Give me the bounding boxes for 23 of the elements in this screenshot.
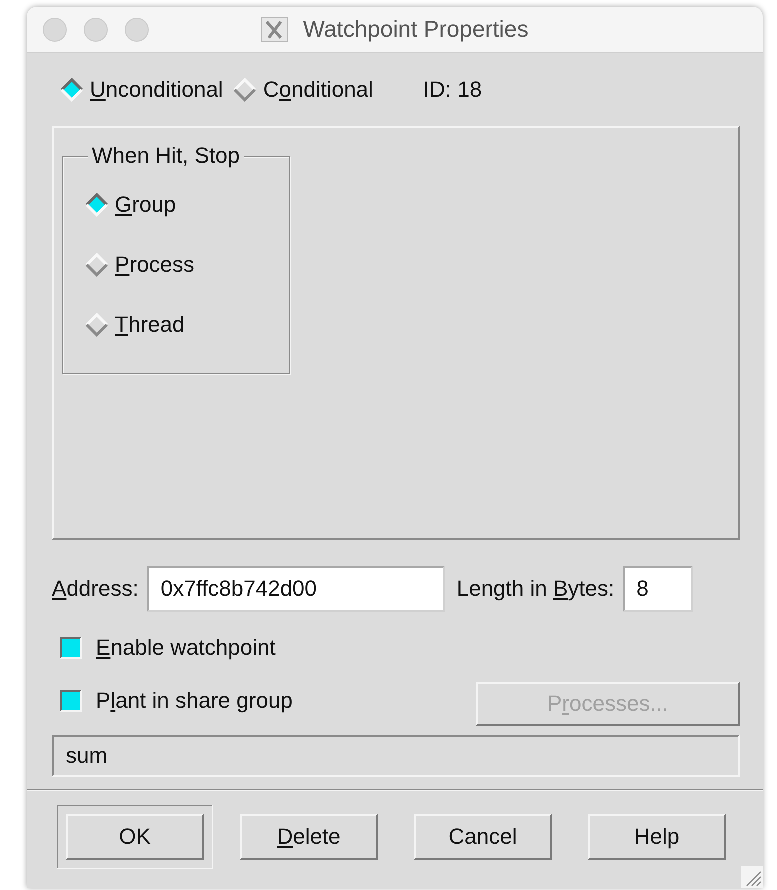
zoom-button[interactable]	[125, 18, 149, 42]
radio-option[interactable]: Group	[85, 187, 289, 223]
checkbox-option[interactable]: Enable watchpoint	[52, 634, 276, 660]
radio-option[interactable]: Thread	[85, 307, 289, 343]
dialog-button[interactable]: Cancel	[414, 814, 552, 860]
minimize-button[interactable]	[84, 18, 108, 42]
address-label: Address:	[52, 576, 139, 602]
id-label: ID: 18	[423, 76, 482, 102]
close-button[interactable]	[43, 18, 67, 42]
radio-option[interactable]: Process	[85, 247, 289, 283]
window-title: Watchpoint Properties	[303, 16, 529, 43]
dialog-button[interactable]: Delete	[240, 814, 378, 860]
radio-option[interactable]: Conditional	[233, 76, 374, 102]
dialog-button[interactable]: OK	[66, 814, 204, 860]
x-logo-icon	[261, 16, 290, 42]
expression-field[interactable]: sum	[52, 735, 740, 777]
address-field[interactable]: 0x7ffc8b742d00	[146, 566, 445, 612]
radio-option[interactable]: Unconditional	[60, 76, 224, 102]
dialog-button[interactable]: Help	[588, 814, 726, 860]
checkbox-option[interactable]: Plant in share group	[52, 688, 293, 714]
length-field[interactable]: 8	[622, 566, 693, 612]
resize-grip-icon[interactable]	[741, 866, 763, 888]
length-label: Length in Bytes:	[456, 576, 615, 602]
